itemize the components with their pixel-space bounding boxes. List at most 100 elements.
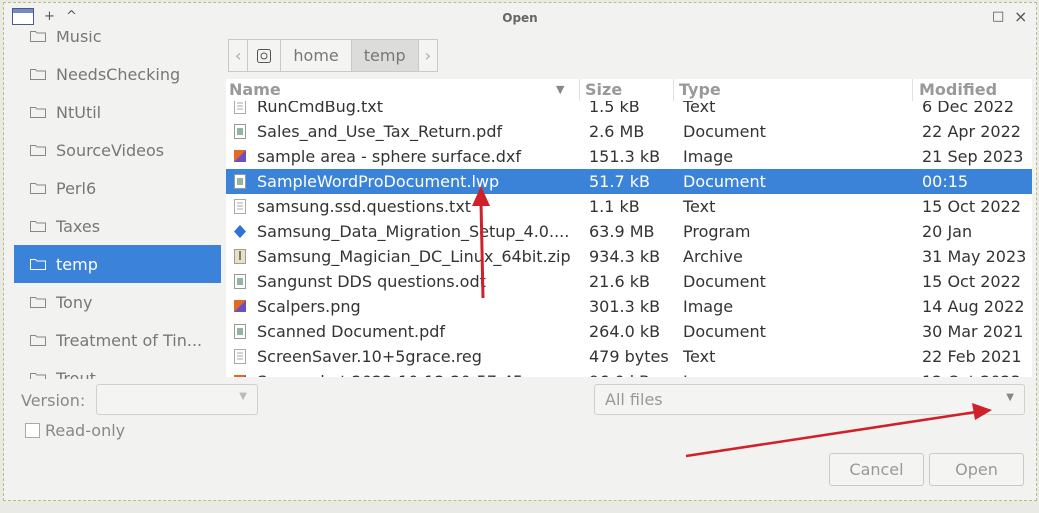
file-list-header: Name ▼ Size Type Modified (226, 79, 1032, 101)
sidebar-item-label: NeedsChecking (56, 64, 181, 84)
sidebar-item-label: Music (56, 31, 102, 46)
maximize-button[interactable]: □ (992, 9, 1004, 25)
file-modified: 21 Sep 2023 (922, 147, 1024, 166)
file-name: sample area - sphere surface.dxf (257, 147, 521, 166)
file-name: SampleWordProDocument.lwp (257, 172, 500, 191)
path-bar: ‹ home temp › (228, 39, 439, 72)
file-name: samsung.ssd.questions.txt (257, 197, 472, 216)
sidebar-item-music[interactable]: Music (14, 31, 221, 55)
file-size: 301.3 kB (589, 297, 661, 316)
file-row[interactable]: Screenshot 2023-10-12-20-57-45.png 96.0 k… (226, 369, 1032, 377)
file-type: Image (683, 297, 734, 316)
column-header-modified[interactable]: Modified (919, 80, 997, 99)
sidebar-item-label: Treatment of Tin... (56, 330, 203, 350)
title-bar: + ^ Open □ × (4, 3, 1036, 31)
checkbox-box[interactable] (25, 423, 40, 438)
folder-icon (30, 373, 46, 379)
folder-icon (30, 259, 46, 270)
sidebar-item-tony[interactable]: Tony (14, 283, 221, 321)
sidebar-item-temp[interactable]: temp (14, 245, 221, 283)
path-scroll-left-button[interactable]: ‹ (228, 39, 249, 72)
file-name: Screenshot 2023-10-12-20-57-45.png (257, 372, 559, 377)
column-header-size[interactable]: Size (585, 80, 622, 99)
file-list: RunCmdBug.txt 1.5 kB Text 6 Dec 2022 Sales_a… (226, 79, 1032, 377)
file-modified: 22 Feb 2021 (922, 347, 1022, 366)
file-filter-combo[interactable]: All files ▼ (594, 384, 1025, 415)
sidebar-item-trout[interactable]: Trout (14, 359, 221, 379)
folder-icon (30, 107, 46, 118)
file-size: 934.3 kB (589, 247, 661, 266)
sidebar-item-label: Trout (56, 368, 96, 380)
window-title: Open (502, 11, 538, 25)
places-sidebar: Music NeedsChecking NtUtil SourceVideos … (14, 31, 221, 379)
hdd-icon (257, 48, 272, 63)
folder-icon (30, 183, 46, 194)
sidebar-item-label: NtUtil (56, 102, 102, 122)
file-type: Image (683, 372, 733, 377)
sidebar-item-label: Perl6 (56, 178, 97, 198)
file-row[interactable]: Scanned Document.pdf 264.0 kB Document 30 M… (226, 319, 1032, 344)
file-size: 21.6 kB (589, 272, 650, 291)
path-segment-home[interactable]: home (280, 39, 352, 72)
sidebar-item-treatment[interactable]: Treatment of Tin... (14, 321, 221, 359)
open-button[interactable]: Open (929, 453, 1024, 486)
file-row[interactable]: sample area - sphere surface.dxf 151.3 kB… (226, 144, 1032, 169)
file-type: Document (683, 322, 766, 341)
version-label: Version: (21, 391, 86, 410)
file-size: 96.0 kB (589, 372, 650, 377)
file-size: 151.3 kB (589, 147, 661, 166)
sidebar-item-taxes[interactable]: Taxes (14, 207, 221, 245)
file-modified: 00:15 (922, 172, 969, 191)
file-size: 2.6 MB (589, 122, 645, 141)
file-modified: 30 Mar 2021 (922, 322, 1024, 341)
file-type: Program (683, 222, 751, 241)
file-size: 51.7 kB (589, 172, 650, 191)
sidebar-item-label: Tony (56, 292, 93, 312)
folder-icon (30, 221, 46, 232)
file-row[interactable]: Scalpers.png 301.3 kB Image 14 Aug 2022 (226, 294, 1032, 319)
readonly-label: Read-only (45, 421, 126, 440)
cancel-button[interactable]: Cancel (829, 453, 924, 486)
file-name: Scalpers.png (257, 297, 361, 316)
file-type: Document (683, 272, 766, 291)
file-size: 63.9 MB (589, 222, 655, 241)
file-name: Samsung_Data_Migration_Setup_4.0.... (257, 222, 570, 241)
sort-descending-icon: ▼ (556, 83, 565, 96)
file-modified: 22 Apr 2022 (922, 122, 1021, 141)
chevron-down-icon: ▼ (1006, 392, 1014, 403)
chevron-down-icon: ▼ (239, 391, 247, 402)
column-header-name[interactable]: Name (229, 80, 281, 99)
file-name: ScreenSaver.10+5grace.reg (257, 347, 482, 366)
path-segment-temp[interactable]: temp (350, 39, 419, 72)
file-type: Image (683, 147, 734, 166)
file-type: Document (683, 122, 766, 141)
file-row[interactable]: SampleWordProDocument.lwp 51.7 kB Document… (226, 169, 1032, 194)
readonly-checkbox[interactable]: Read-only (25, 421, 125, 440)
version-combo[interactable]: ▼ (96, 384, 258, 415)
file-type: Text (683, 347, 716, 366)
file-size: 1.1 kB (589, 197, 640, 216)
file-name: Sangunst DDS questions.odt (257, 272, 486, 291)
file-modified: 15 Oct 2022 (922, 197, 1021, 216)
file-row[interactable]: Samsung_Magician_DC_Linux_64bit.zip 934.3… (226, 244, 1032, 269)
sidebar-item-needschecking[interactable]: NeedsChecking (14, 55, 221, 93)
file-row[interactable]: Sangunst DDS questions.odt 21.6 kB Documen… (226, 269, 1032, 294)
close-button[interactable]: × (1014, 9, 1027, 25)
file-name: Samsung_Magician_DC_Linux_64bit.zip (257, 247, 571, 266)
folder-icon (30, 335, 46, 346)
file-row[interactable]: Samsung_Data_Migration_Setup_4.0.... 63.9… (226, 219, 1032, 244)
column-header-type[interactable]: Type (679, 80, 721, 99)
sidebar-item-perl6[interactable]: Perl6 (14, 169, 221, 207)
file-modified: 20 Jan (922, 222, 973, 241)
path-scroll-right-button[interactable]: › (417, 39, 439, 72)
file-row[interactable]: ScreenSaver.10+5grace.reg 479 bytes Text 22… (226, 344, 1032, 369)
sidebar-item-label: SourceVideos (56, 140, 165, 160)
file-row[interactable]: samsung.ssd.questions.txt 1.1 kB Text 15 Oc… (226, 194, 1032, 219)
file-row[interactable]: Sales_and_Use_Tax_Return.pdf 2.6 MB Docume… (226, 119, 1032, 144)
file-name: Scanned Document.pdf (257, 322, 446, 341)
sidebar-item-sourcevideos[interactable]: SourceVideos (14, 131, 221, 169)
file-size: 264.0 kB (589, 322, 661, 341)
drive-icon[interactable] (247, 39, 282, 72)
sidebar-item-ntutil[interactable]: NtUtil (14, 93, 221, 131)
file-name: Sales_and_Use_Tax_Return.pdf (257, 122, 503, 141)
